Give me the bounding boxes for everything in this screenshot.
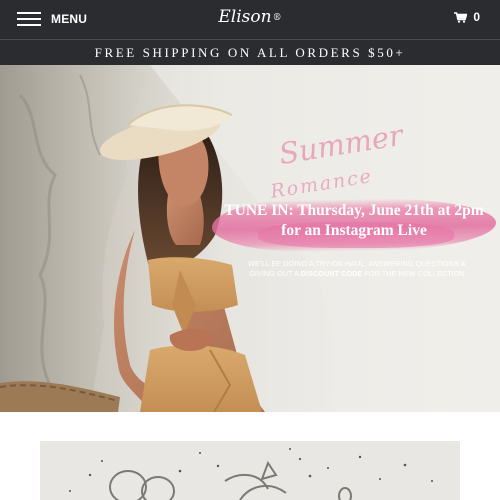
announcement-text: FREE SHIPPING ON ALL ORDERS $50+ [94,45,406,60]
cart-count: 0 [473,10,480,24]
hero-note-bold: DISCOUNT CODE [300,269,363,278]
jewelry-photo [40,441,460,500]
hamburger-icon [17,12,41,26]
hero-note-prefix: GIVING OUT A [249,269,301,278]
hero-banner[interactable]: Summer Romance TUNE IN: Thursday, June 2… [0,65,500,412]
hero-headline-line2: for an Instagram Live [281,222,427,239]
logo-mark: ® [272,13,282,23]
cart-button[interactable]: 0 [454,10,480,24]
hero-headline: TUNE IN: Thursday, June 21th at 2pm for … [212,201,496,241]
hero-note: WE'LL BE DOING A TRY-ON HAUL, ANSWERING … [226,259,488,279]
logo-text: Elison [218,7,272,27]
hero-note-suffix: FOR THE NEW COLLECTION [362,269,465,278]
site-header: MENU Elison® 0 [0,0,500,39]
cart-icon [454,11,468,23]
product-image[interactable] [40,441,460,500]
hero-note-line1: WE'LL BE DOING A TRY-ON HAUL, ANSWERING … [248,259,466,268]
menu-button[interactable]: MENU [17,9,87,29]
hero-headline-line1: TUNE IN: Thursday, June 21th at 2pm [224,202,484,219]
hero-note-line2: GIVING OUT A DISCOUNT CODE FOR THE NEW C… [226,269,488,279]
announcement-bar[interactable]: FREE SHIPPING ON ALL ORDERS $50+ [0,39,500,65]
menu-label: MENU [51,12,88,26]
